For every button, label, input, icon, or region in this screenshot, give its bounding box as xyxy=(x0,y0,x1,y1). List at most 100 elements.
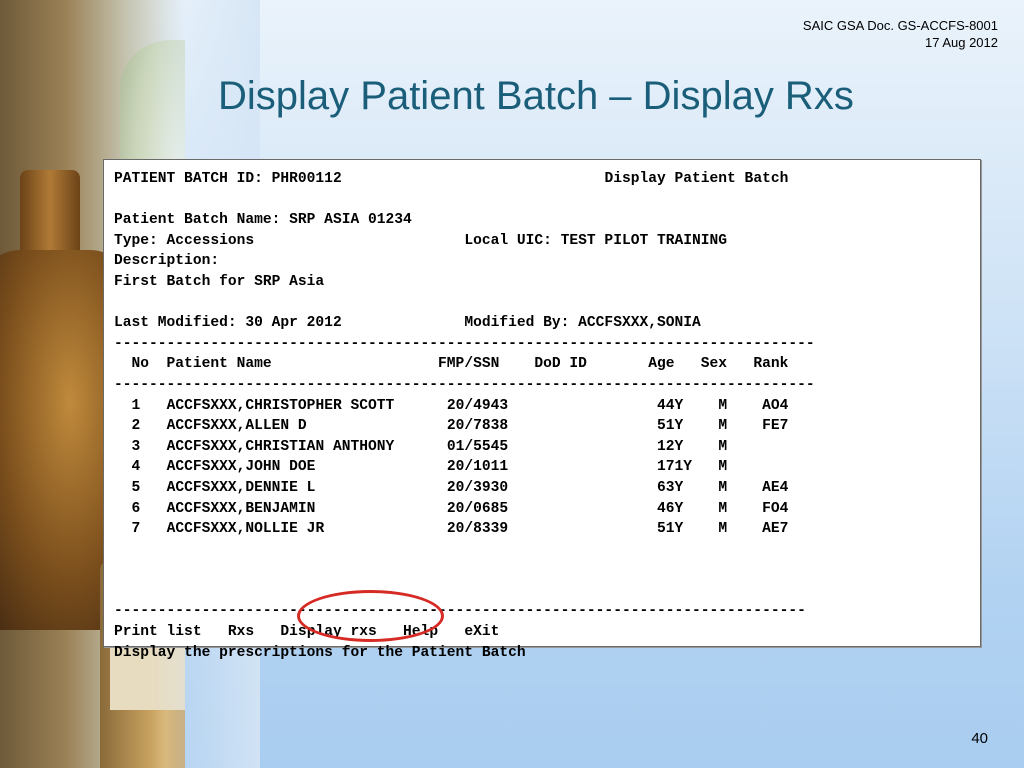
table-row[interactable]: 4 ACCFSXXX,JOHN DOE 20/1011 171Y M xyxy=(114,457,815,478)
row-no: 6 xyxy=(114,500,141,517)
row-dod-id xyxy=(543,521,657,537)
row-dod-id xyxy=(543,439,657,455)
col-patient-name-header: Patient Name xyxy=(166,356,439,373)
row-fmp-ssn: 20/0685 xyxy=(446,500,544,517)
separator: ----------------------------------------… xyxy=(114,376,815,393)
row-age: 171Y xyxy=(657,459,719,476)
row-rank: FO4 xyxy=(762,500,789,517)
last-modified: Last Modified: 30 Apr 2012 xyxy=(114,315,342,332)
row-dod-id xyxy=(543,501,657,517)
last-modified-line: Last Modified: 30 Apr 2012 Modified By: … xyxy=(114,313,815,334)
row-fmp-ssn: 20/7838 xyxy=(446,418,544,435)
footer-separator-line: ----------------------------------------… xyxy=(114,601,815,622)
row-age: 51Y xyxy=(657,521,719,538)
description-label-line: Description: xyxy=(114,251,815,272)
table-row[interactable]: 5 ACCFSXXX,DENNIE L 20/3930 63Y M AE4 xyxy=(114,478,815,499)
row-sex: M xyxy=(718,479,763,496)
col-dod-id-header: DoD ID xyxy=(534,356,649,373)
type-line: Type: Accessions Local UIC: TEST PILOT T… xyxy=(114,231,815,252)
col-rank-header: Rank xyxy=(753,356,789,373)
row-patient-name: ACCFSXXX,DENNIE L xyxy=(166,479,447,496)
local-uic: Local UIC: TEST PILOT TRAINING xyxy=(464,232,728,249)
separator-line: ----------------------------------------… xyxy=(114,334,815,355)
separator-line: ----------------------------------------… xyxy=(114,375,815,396)
row-sex: M xyxy=(718,418,763,435)
row-no: 2 xyxy=(114,418,141,435)
modified-by: Modified By: ACCFSXXX,SONIA xyxy=(464,315,701,332)
row-fmp-ssn: 20/4943 xyxy=(446,397,544,414)
row-age: 63Y xyxy=(657,479,719,496)
row-sex: M xyxy=(718,500,763,517)
row-patient-name: ACCFSXXX,CHRISTOPHER SCOTT xyxy=(166,397,447,414)
row-dod-id xyxy=(543,418,657,434)
row-patient-name: ACCFSXXX,JOHN DOE xyxy=(166,459,447,476)
table-row[interactable]: 6 ACCFSXXX,BENJAMIN 20/0685 46Y M FO4 xyxy=(114,499,815,520)
row-no: 3 xyxy=(114,438,141,455)
terminal-screen: PATIENT BATCH ID: PHR00112 Display Patie… xyxy=(103,159,981,661)
doc-ref-date: 17 Aug 2012 xyxy=(924,35,998,50)
row-patient-name: ACCFSXXX,NOLLIE JR xyxy=(166,521,447,538)
row-sex: M xyxy=(718,397,763,414)
page-number: 40 xyxy=(971,730,988,747)
action-menu-line: Print list Rxs Display rxs Help eXit xyxy=(114,622,815,643)
row-no: 1 xyxy=(114,397,141,414)
table-row[interactable]: 3 ACCFSXXX,CHRISTIAN ANTHONY 01/5545 12Y… xyxy=(114,437,815,458)
row-age: 12Y xyxy=(657,438,719,455)
batch-name: Patient Batch Name: SRP ASIA 01234 xyxy=(114,212,412,229)
description-label: Description: xyxy=(114,253,220,270)
highlight-circle xyxy=(297,590,444,642)
row-sex: M xyxy=(718,459,763,476)
document-reference: SAIC GSA Doc. GS-ACCFS-8001 17 Aug 2012 xyxy=(803,17,998,51)
screen-name: Display Patient Batch xyxy=(604,171,789,187)
row-age: 46Y xyxy=(657,500,719,517)
slide-title: Display Patient Batch – Display Rxs xyxy=(218,74,854,118)
col-age-header: Age xyxy=(648,356,701,373)
patient-batch-id: PATIENT BATCH ID: PHR00112 xyxy=(114,171,342,187)
batch-name-line: Patient Batch Name: SRP ASIA 01234 xyxy=(114,210,815,231)
col-no-header: No xyxy=(131,356,150,373)
row-no: 4 xyxy=(114,459,141,476)
row-no: 7 xyxy=(114,521,141,538)
col-fmp-ssn-header: FMP/SSN xyxy=(438,356,535,373)
doc-ref-id: SAIC GSA Doc. GS-ACCFS-8001 xyxy=(802,18,998,33)
row-dod-id xyxy=(543,480,657,496)
col-sex-header: Sex xyxy=(700,356,754,373)
row-sex: M xyxy=(718,438,763,455)
terminal-text: PATIENT BATCH ID: PHR00112 Display Patie… xyxy=(114,169,815,663)
row-dod-id xyxy=(543,398,657,414)
row-rank: AE4 xyxy=(762,479,789,496)
table-row[interactable]: 1 ACCFSXXX,CHRISTOPHER SCOTT 20/4943 44Y… xyxy=(114,396,815,417)
row-age: 51Y xyxy=(657,418,719,435)
status-message: Display the prescriptions for the Patien… xyxy=(114,644,526,661)
table-row[interactable]: 2 ACCFSXXX,ALLEN D 20/7838 51Y M FE7 xyxy=(114,416,815,437)
footer-separator: ----------------------------------------… xyxy=(114,603,806,620)
row-dod-id xyxy=(543,459,657,475)
row-sex: M xyxy=(718,521,763,538)
row-rank: AE7 xyxy=(762,521,789,538)
action-print-list[interactable]: Print list xyxy=(114,624,202,640)
status-line: Display the prescriptions for the Patien… xyxy=(114,643,815,664)
column-header-line: No Patient Name FMP/SSN DoD ID Age Sex R… xyxy=(114,354,815,375)
row-age: 44Y xyxy=(657,397,719,414)
description-value: First Batch for SRP Asia xyxy=(114,273,325,290)
row-patient-name: ACCFSXXX,CHRISTIAN ANTHONY xyxy=(166,438,447,455)
action-exit[interactable]: eXit xyxy=(464,624,499,640)
row-no: 5 xyxy=(114,479,141,496)
description-value-line: First Batch for SRP Asia xyxy=(114,272,815,293)
row-fmp-ssn: 20/8339 xyxy=(446,521,544,538)
row-fmp-ssn: 20/1011 xyxy=(446,459,544,476)
separator: ----------------------------------------… xyxy=(114,335,815,352)
row-rank: FE7 xyxy=(762,418,789,435)
row-fmp-ssn: 20/3930 xyxy=(446,479,544,496)
batch-type: Type: Accessions xyxy=(114,232,255,249)
action-rxs[interactable]: Rxs xyxy=(228,624,254,640)
row-patient-name: ACCFSXXX,BENJAMIN xyxy=(166,500,447,517)
row-fmp-ssn: 01/5545 xyxy=(446,438,544,455)
table-row[interactable]: 7 ACCFSXXX,NOLLIE JR 20/8339 51Y M AE7 xyxy=(114,519,815,540)
row-rank: AO4 xyxy=(762,397,789,414)
